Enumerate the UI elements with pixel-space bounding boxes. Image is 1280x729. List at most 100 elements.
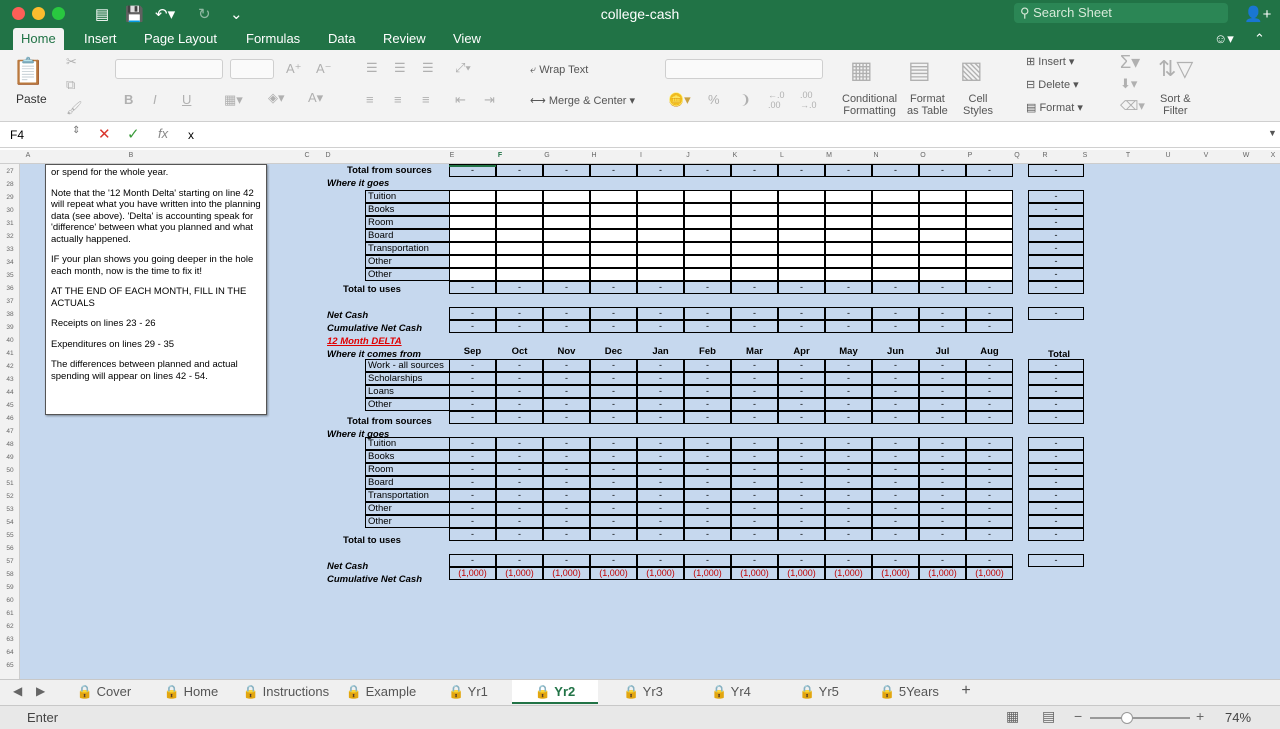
value-cell[interactable]: - bbox=[919, 528, 966, 541]
value-cell[interactable]: (1,000) bbox=[731, 567, 778, 580]
align-left-icon[interactable]: ≡ bbox=[366, 92, 374, 107]
cell-styles-icon[interactable]: ▧ bbox=[960, 56, 983, 85]
conditional-formatting-button[interactable]: Conditional Formatting bbox=[842, 93, 897, 117]
value-cell[interactable]: - bbox=[919, 164, 966, 177]
value-cell[interactable]: - bbox=[543, 281, 590, 294]
value-cell[interactable]: - bbox=[919, 489, 966, 502]
input-cell[interactable] bbox=[590, 268, 637, 281]
value-cell[interactable]: - bbox=[966, 359, 1013, 372]
value-cell[interactable]: - bbox=[919, 385, 966, 398]
percent-style-icon[interactable]: % bbox=[708, 92, 720, 107]
row-header[interactable]: 53 bbox=[0, 506, 20, 513]
delete-cells-button[interactable]: ⊟ Delete ▾ bbox=[1026, 78, 1079, 91]
prev-sheet-icon[interactable]: ◀ bbox=[13, 684, 22, 698]
value-cell[interactable]: - bbox=[919, 411, 966, 424]
value-cell[interactable]: - bbox=[778, 385, 825, 398]
value-cell[interactable]: - bbox=[449, 372, 496, 385]
value-cell[interactable]: - bbox=[731, 320, 778, 333]
total-cell[interactable]: - bbox=[1028, 359, 1084, 372]
input-cell[interactable] bbox=[825, 229, 872, 242]
value-cell[interactable]: - bbox=[543, 385, 590, 398]
row-header[interactable]: 56 bbox=[0, 545, 20, 552]
value-cell[interactable]: - bbox=[543, 372, 590, 385]
value-cell[interactable]: - bbox=[778, 281, 825, 294]
row-header[interactable]: 49 bbox=[0, 454, 20, 461]
value-cell[interactable]: (1,000) bbox=[825, 567, 872, 580]
value-cell[interactable]: - bbox=[637, 320, 684, 333]
instructions-text-box[interactable]: or spend for the whole year. Note that t… bbox=[45, 164, 267, 415]
value-cell[interactable]: - bbox=[590, 528, 637, 541]
input-cell[interactable] bbox=[496, 229, 543, 242]
row-header[interactable]: 60 bbox=[0, 597, 20, 604]
value-cell[interactable]: - bbox=[637, 554, 684, 567]
increase-decimal-icon[interactable]: ←.0.00 bbox=[768, 90, 785, 110]
value-cell[interactable]: - bbox=[449, 515, 496, 528]
value-cell[interactable]: - bbox=[731, 502, 778, 515]
value-cell[interactable]: - bbox=[684, 281, 731, 294]
input-cell[interactable] bbox=[966, 203, 1013, 216]
input-cell[interactable] bbox=[778, 203, 825, 216]
font-color-icon[interactable]: A▾ bbox=[308, 90, 323, 106]
value-cell[interactable]: - bbox=[731, 554, 778, 567]
fill-icon[interactable]: ⬇▾ bbox=[1120, 76, 1137, 92]
column-header-r[interactable]: R bbox=[1040, 152, 1050, 159]
input-cell[interactable] bbox=[872, 229, 919, 242]
value-cell[interactable]: - bbox=[684, 164, 731, 177]
value-cell[interactable]: - bbox=[872, 359, 919, 372]
value-cell[interactable]: - bbox=[449, 411, 496, 424]
value-cell[interactable]: - bbox=[919, 437, 966, 450]
value-cell[interactable]: - bbox=[731, 528, 778, 541]
value-cell[interactable]: - bbox=[731, 281, 778, 294]
value-cell[interactable]: - bbox=[919, 450, 966, 463]
value-cell[interactable]: - bbox=[825, 385, 872, 398]
value-cell[interactable]: - bbox=[590, 385, 637, 398]
value-cell[interactable]: - bbox=[966, 320, 1013, 333]
row-header[interactable]: 61 bbox=[0, 610, 20, 617]
input-cell[interactable] bbox=[590, 190, 637, 203]
value-cell[interactable]: - bbox=[778, 398, 825, 411]
value-cell[interactable]: - bbox=[543, 320, 590, 333]
value-cell[interactable]: - bbox=[684, 515, 731, 528]
normal-view-icon[interactable]: ▦ bbox=[1006, 708, 1019, 725]
row-header[interactable]: 64 bbox=[0, 649, 20, 656]
value-cell[interactable]: - bbox=[778, 307, 825, 320]
value-cell[interactable]: - bbox=[872, 320, 919, 333]
value-cell[interactable]: - bbox=[825, 398, 872, 411]
value-cell[interactable]: - bbox=[543, 411, 590, 424]
value-cell[interactable]: - bbox=[966, 281, 1013, 294]
add-sheet-icon[interactable]: + bbox=[956, 682, 976, 700]
sort-filter-button[interactable]: Sort & Filter bbox=[1160, 93, 1191, 117]
input-cell[interactable] bbox=[684, 268, 731, 281]
bold-icon[interactable]: B bbox=[124, 92, 133, 107]
value-cell[interactable]: - bbox=[590, 502, 637, 515]
value-cell[interactable]: - bbox=[496, 437, 543, 450]
input-cell[interactable] bbox=[496, 190, 543, 203]
column-header-b[interactable]: B bbox=[126, 152, 136, 159]
expand-formula-icon[interactable]: ▼ bbox=[1268, 128, 1277, 138]
value-cell[interactable]: - bbox=[637, 398, 684, 411]
font-name-select[interactable] bbox=[115, 59, 223, 79]
confirm-entry-icon[interactable]: ✓ bbox=[127, 125, 140, 143]
value-cell[interactable]: - bbox=[496, 554, 543, 567]
value-cell[interactable]: - bbox=[637, 372, 684, 385]
value-cell[interactable]: - bbox=[966, 515, 1013, 528]
value-cell[interactable]: - bbox=[778, 411, 825, 424]
column-header-j[interactable]: J bbox=[683, 152, 693, 159]
value-cell[interactable]: - bbox=[919, 372, 966, 385]
value-cell[interactable]: - bbox=[731, 515, 778, 528]
value-cell[interactable]: - bbox=[684, 528, 731, 541]
column-header-q[interactable]: Q bbox=[1012, 152, 1022, 159]
align-center-icon[interactable]: ≡ bbox=[394, 92, 402, 107]
row-header[interactable]: 38 bbox=[0, 311, 20, 318]
value-cell[interactable]: - bbox=[778, 359, 825, 372]
value-cell[interactable]: - bbox=[684, 554, 731, 567]
value-cell[interactable]: - bbox=[966, 554, 1013, 567]
column-header-w[interactable]: W bbox=[1241, 152, 1251, 159]
value-cell[interactable]: - bbox=[825, 528, 872, 541]
row-header[interactable]: 42 bbox=[0, 363, 20, 370]
value-cell[interactable]: (1,000) bbox=[684, 567, 731, 580]
row-header[interactable]: 35 bbox=[0, 272, 20, 279]
value-cell[interactable]: - bbox=[872, 489, 919, 502]
value-cell[interactable]: - bbox=[684, 411, 731, 424]
column-header-x[interactable]: X bbox=[1268, 152, 1278, 159]
